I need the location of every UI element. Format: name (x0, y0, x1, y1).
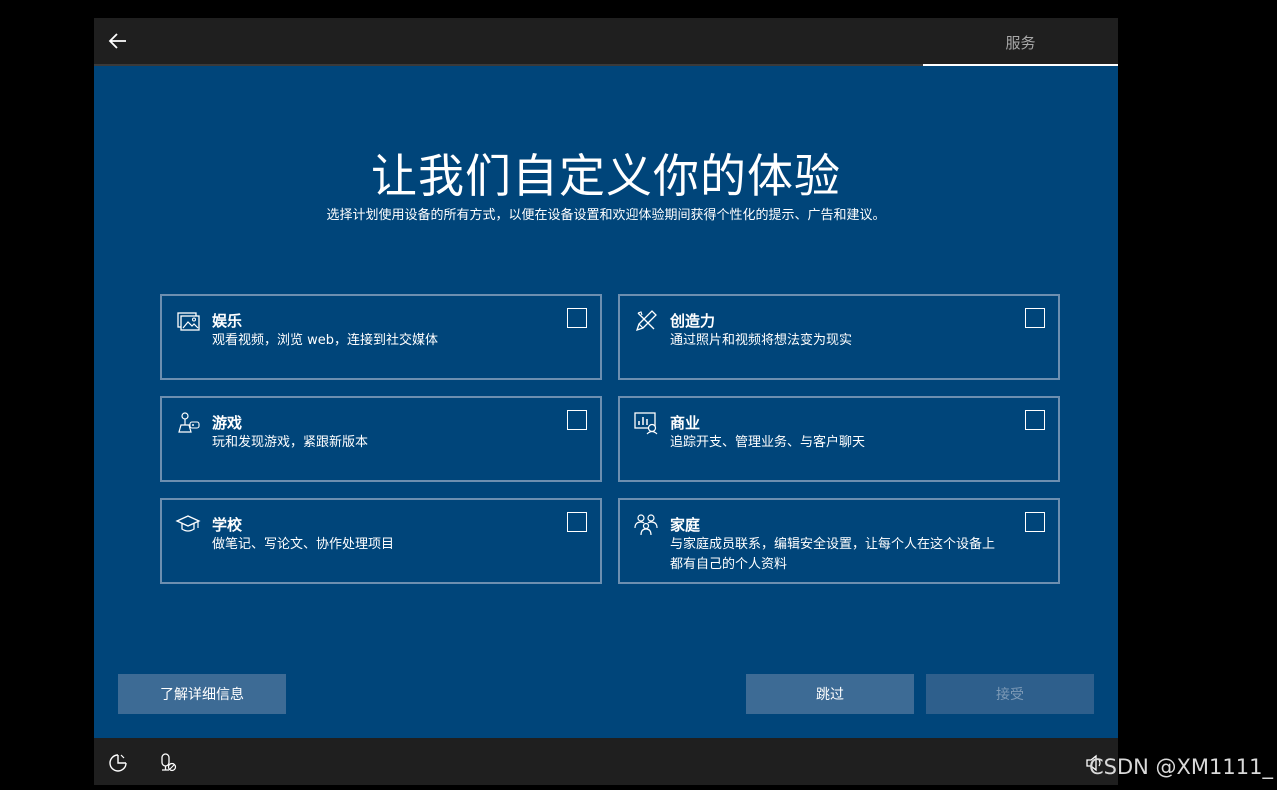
photos-icon (177, 312, 200, 331)
card-checkbox[interactable] (567, 410, 587, 430)
option-card-gaming[interactable]: 游戏 玩和发现游戏，紧跟新版本 (160, 396, 602, 482)
accept-button[interactable]: 接受 (926, 674, 1094, 714)
card-checkbox[interactable] (567, 308, 587, 328)
card-checkbox[interactable] (567, 512, 587, 532)
option-card-school[interactable]: 学校 做笔记、写论文、协作处理项目 (160, 498, 602, 584)
option-card-business[interactable]: 商业 追踪开支、管理业务、与客户聊天 (618, 396, 1060, 482)
card-description: 与家庭成员联系，编辑安全设置，让每个人在这个设备上都有自己的个人资料 (670, 537, 996, 572)
game-controller-icon (178, 412, 200, 433)
watermark-text: CSDN @XM1111_ (1089, 755, 1273, 779)
accessibility-icon[interactable] (107, 752, 129, 774)
tab-services-label: 服务 (1005, 34, 1036, 52)
top-bar: 服务 (94, 18, 1118, 66)
arrow-left-icon (108, 33, 126, 49)
card-label: 商业 (670, 414, 701, 432)
page-title: 让我们自定义你的体验 (371, 149, 841, 203)
card-label: 学校 (212, 516, 243, 534)
card-label: 游戏 (212, 414, 243, 432)
bottom-bar (94, 738, 1118, 785)
option-card-family[interactable]: 家庭 与家庭成员联系，编辑安全设置，让每个人在这个设备上都有自己的个人资料 (618, 498, 1060, 584)
card-label: 娱乐 (212, 312, 243, 330)
page-subtitle: 选择计划使用设备的所有方式，以便在设备设置和欢迎体验期间获得个性化的提示、广告和… (326, 208, 886, 223)
back-button[interactable] (106, 29, 130, 53)
card-description: 追踪开支、管理业务、与客户聊天 (670, 435, 866, 450)
graduation-cap-icon (175, 515, 201, 532)
business-chart-icon (634, 412, 658, 435)
option-card-entertainment[interactable]: 娱乐 观看视频，浏览 web，连接到社交媒体 (160, 294, 602, 380)
card-label: 家庭 (670, 516, 701, 534)
tab-services: 服务 (923, 18, 1118, 66)
card-checkbox[interactable] (1025, 512, 1045, 532)
microphone-icon[interactable] (157, 752, 179, 774)
card-description: 通过照片和视频将想法变为现实 (670, 333, 853, 348)
pen-ruler-icon (635, 310, 657, 332)
oobe-window: 服务 让我们自定义你的体验 选择计划使用设备的所有方式，以便在设备设置和欢迎体验… (94, 18, 1118, 785)
tab-underline (923, 64, 1118, 66)
card-description: 观看视频，浏览 web，连接到社交媒体 (212, 333, 439, 348)
card-checkbox[interactable] (1025, 410, 1045, 430)
option-card-creativity[interactable]: 创造力 通过照片和视频将想法变为现实 (618, 294, 1060, 380)
family-icon (634, 514, 658, 536)
card-description: 做笔记、写论文、协作处理项目 (212, 537, 395, 552)
card-description: 玩和发现游戏，紧跟新版本 (212, 435, 369, 450)
learn-more-button[interactable]: 了解详细信息 (118, 674, 286, 714)
card-label: 创造力 (670, 312, 716, 330)
card-checkbox[interactable] (1025, 308, 1045, 328)
skip-button[interactable]: 跳过 (746, 674, 914, 714)
